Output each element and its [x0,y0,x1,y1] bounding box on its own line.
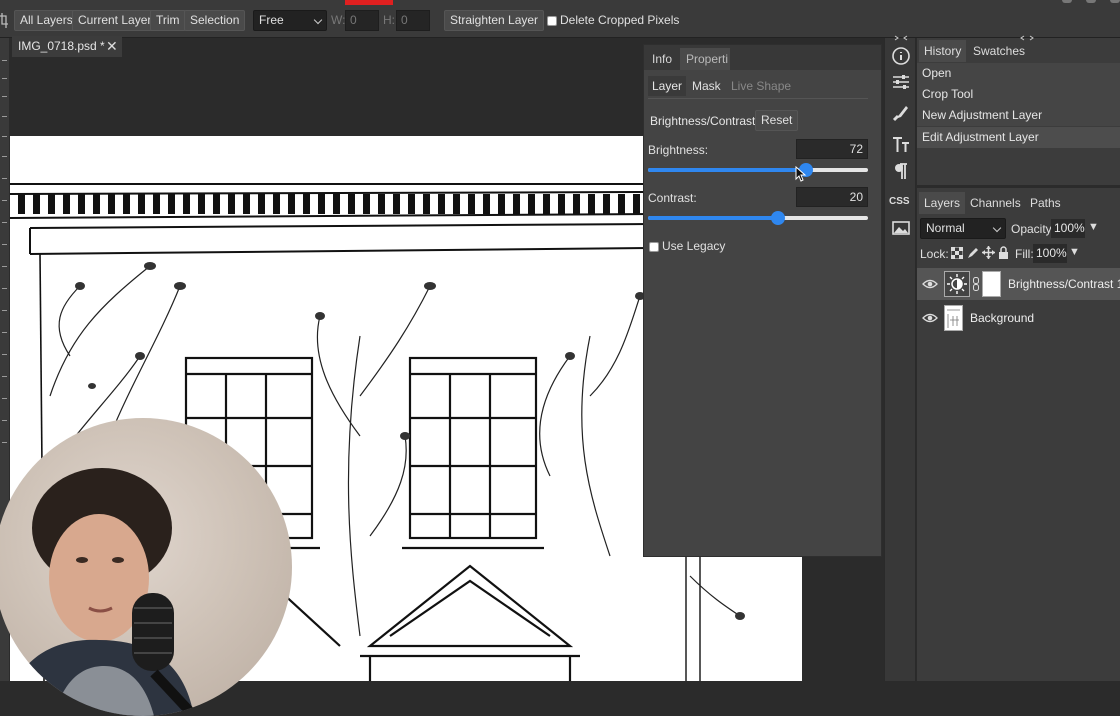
history-panel: History Swatches Open Crop Tool New Adju… [917,35,1120,185]
current-layer-button[interactable]: Current Layer [72,10,158,31]
opacity-dropdown-icon[interactable]: ▼ [1088,221,1099,233]
width-input[interactable]: 0 [345,10,379,31]
use-legacy-checkbox[interactable] [649,242,659,252]
mouse-cursor-icon [795,166,807,182]
width-label: W: [331,13,346,27]
tab-channels[interactable]: Channels [965,192,1026,214]
reset-button[interactable]: Reset [755,110,799,131]
document-title: IMG_0718.psd * [18,39,105,53]
layer-name: Brightness/Contrast 1 [1008,277,1120,291]
layer-row-background[interactable]: Background [917,302,1120,334]
record-indicator [345,0,393,5]
layers-panel: Layers Channels Paths Normal Opacity: 10… [917,188,1120,681]
history-item-open[interactable]: Open [917,63,1120,84]
crop-ratio-value: Free [259,13,284,27]
delete-cropped-label: Delete Cropped Pixels [560,13,680,27]
crop-ratio-select[interactable]: Free [253,10,327,31]
options-bar: All Layers Current Layer Trim Selection … [0,0,1120,38]
image-icon[interactable] [890,217,912,239]
layer-name: Background [970,311,1035,325]
fill-dropdown-icon[interactable]: ▼ [1069,246,1080,258]
contrast-label: Contrast: [648,191,697,205]
visibility-eye-icon[interactable] [922,278,938,290]
opacity-input[interactable]: 100% [1051,219,1085,238]
straighten-layer-button[interactable]: Straighten Layer [444,10,545,31]
window-control-icon[interactable] [1086,0,1096,3]
collapse-arrows-icon[interactable] [893,35,909,41]
link-chain-icon[interactable] [973,277,979,291]
webcam-overlay [0,418,292,716]
lock-label: Lock: [920,247,949,261]
panel-icon-strip: CSS [884,35,916,681]
use-legacy-label: Use Legacy [662,239,726,253]
window-control-icon[interactable] [1062,0,1072,3]
height-input[interactable]: 0 [396,10,430,31]
contrast-input[interactable]: 20 [796,187,868,207]
subtab-layer[interactable]: Layer [648,76,687,96]
layer-row-brightness-contrast[interactable]: Brightness/Contrast 1 [917,268,1120,300]
brightness-input[interactable]: 72 [796,139,868,159]
crop-tool-icon[interactable] [0,12,8,28]
properties-panel: Info Properti Layer Mask Live Shape Brig… [643,44,882,557]
fill-label: Fill: [1015,247,1034,261]
tab-history[interactable]: History [919,40,967,62]
brightness-slider-fill [648,168,806,172]
brightness-contrast-icon [947,274,967,294]
delete-cropped-checkbox[interactable] [547,16,557,26]
height-label: H: [383,13,395,27]
lock-transparency-icon[interactable] [951,247,963,259]
tab-paths[interactable]: Paths [1025,192,1066,214]
history-item-crop-tool[interactable]: Crop Tool [917,84,1120,105]
trim-button[interactable]: Trim [150,10,186,31]
lock-pixels-icon[interactable] [967,247,979,259]
tab-properties[interactable]: Properti [680,48,730,70]
contrast-slider[interactable] [648,211,868,225]
history-item-edit-adjustment-layer[interactable]: Edit Adjustment Layer [917,127,1120,148]
history-item-new-adjustment-layer[interactable]: New Adjustment Layer [917,105,1120,126]
blend-mode-select[interactable]: Normal [920,218,1006,239]
layer-thumbnail [944,305,963,331]
adjustment-thumbnail [944,271,970,297]
tab-info[interactable]: Info [646,48,678,70]
paragraph-icon[interactable] [890,160,912,182]
contrast-slider-handle[interactable] [771,211,785,225]
opacity-label: Opacity: [1011,222,1056,236]
selection-button[interactable]: Selection [184,10,246,31]
brightness-label: Brightness: [648,143,709,157]
adjustment-title: Brightness/Contrast [650,114,756,128]
subtab-mask[interactable]: Mask [688,76,725,96]
brush-icon[interactable] [890,102,912,124]
blend-mode-value: Normal [926,221,965,235]
character-icon[interactable] [890,134,912,156]
divider [648,98,868,99]
close-icon[interactable]: ✕ [106,36,118,57]
lock-position-icon[interactable] [982,246,995,259]
css-icon[interactable]: CSS [889,196,910,207]
window-control-icon[interactable] [1110,0,1120,3]
tab-swatches[interactable]: Swatches [968,40,1030,62]
subtab-live-shape[interactable]: Live Shape [727,76,795,96]
visibility-eye-icon[interactable] [922,312,938,324]
contrast-slider-fill [648,216,778,220]
layer-mask-thumbnail[interactable] [982,271,1001,297]
chevron-down-icon [313,15,323,25]
adjustments-icon[interactable] [890,71,912,93]
info-icon[interactable] [890,45,912,67]
lock-all-icon[interactable] [998,246,1009,259]
tab-layers[interactable]: Layers [919,192,966,214]
fill-input[interactable]: 100% [1033,244,1067,263]
all-layers-button[interactable]: All Layers [14,10,79,31]
chevron-down-icon [992,223,1002,233]
properties-tabs: Info Properti [644,45,881,70]
document-tab[interactable]: IMG_0718.psd * ✕ [12,36,122,57]
brightness-slider[interactable] [648,163,868,177]
